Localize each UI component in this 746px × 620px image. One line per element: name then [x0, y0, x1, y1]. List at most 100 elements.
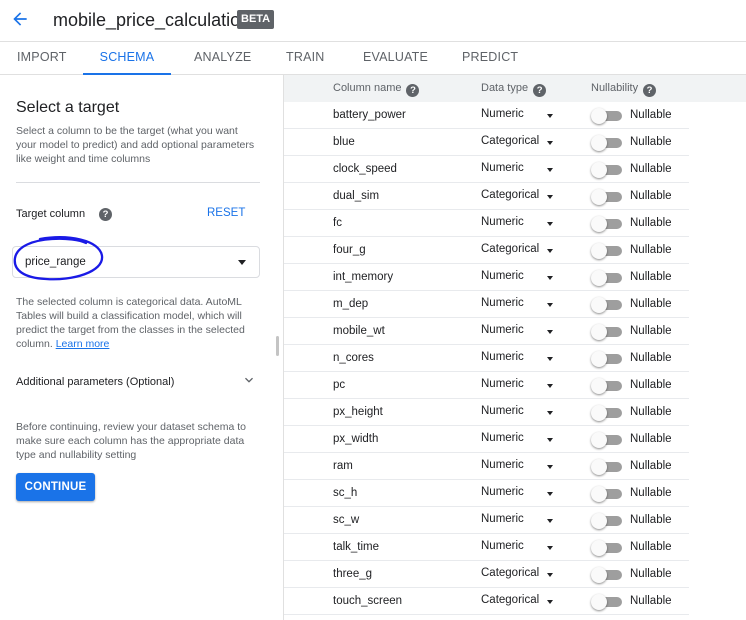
- nullable-label: Nullable: [630, 487, 672, 499]
- data-type-select[interactable]: Numeric: [481, 297, 524, 309]
- toggle-knob: [591, 108, 607, 124]
- dropdown-arrow-icon[interactable]: [547, 357, 553, 361]
- toggle-knob: [591, 297, 607, 313]
- nullable-toggle[interactable]: [591, 135, 624, 151]
- table-row: clock_speed Numeric Nullable: [284, 156, 689, 183]
- nullable-toggle[interactable]: [591, 270, 624, 286]
- dropdown-arrow-icon[interactable]: [547, 168, 553, 172]
- data-type-select[interactable]: Numeric: [481, 405, 524, 417]
- data-type-select[interactable]: Categorical: [481, 567, 539, 579]
- additional-parameters-label[interactable]: Additional parameters (Optional): [16, 376, 174, 388]
- chevron-down-icon[interactable]: [241, 372, 257, 388]
- nullable-toggle[interactable]: [591, 189, 624, 205]
- data-type-select[interactable]: Numeric: [481, 486, 524, 498]
- nullable-toggle[interactable]: [591, 405, 624, 421]
- dropdown-arrow-icon[interactable]: [547, 492, 553, 496]
- data-type-select[interactable]: Numeric: [481, 324, 524, 336]
- nullable-label: Nullable: [630, 298, 672, 310]
- data-type-select[interactable]: Numeric: [481, 162, 524, 174]
- reset-button[interactable]: RESET: [207, 207, 245, 219]
- learn-more-link[interactable]: Learn more: [56, 338, 110, 350]
- data-type-select[interactable]: Categorical: [481, 135, 539, 147]
- tab-train[interactable]: TRAIN: [286, 42, 325, 75]
- tab-schema[interactable]: SCHEMA: [83, 42, 171, 75]
- nullable-toggle[interactable]: [591, 540, 624, 556]
- nullable-label: Nullable: [630, 379, 672, 391]
- continue-button[interactable]: CONTINUE: [16, 473, 95, 501]
- tab-import[interactable]: IMPORT: [17, 42, 67, 75]
- toggle-knob: [591, 513, 607, 529]
- dropdown-arrow-icon[interactable]: [547, 114, 553, 118]
- table-row: sc_w Numeric Nullable: [284, 507, 689, 534]
- column-name-cell: blue: [333, 136, 355, 148]
- toggle-knob: [591, 351, 607, 367]
- dropdown-arrow-icon[interactable]: [547, 249, 553, 253]
- nullable-toggle[interactable]: [591, 486, 624, 502]
- data-type-select[interactable]: Numeric: [481, 378, 524, 390]
- data-type-select[interactable]: Numeric: [481, 540, 524, 552]
- toggle-knob: [591, 324, 607, 340]
- toggle-knob: [591, 432, 607, 448]
- data-type-select[interactable]: Categorical: [481, 243, 539, 255]
- dropdown-arrow-icon[interactable]: [547, 411, 553, 415]
- nullable-toggle[interactable]: [591, 216, 624, 232]
- dropdown-arrow-icon[interactable]: [547, 384, 553, 388]
- dropdown-arrow-icon[interactable]: [547, 195, 553, 199]
- column-name-cell: int_memory: [333, 271, 394, 283]
- tab-predict[interactable]: PREDICT: [462, 42, 518, 75]
- nullable-toggle[interactable]: [591, 567, 624, 583]
- data-type-select[interactable]: Numeric: [481, 108, 524, 120]
- dropdown-arrow-icon[interactable]: [547, 330, 553, 334]
- tab-evaluate[interactable]: EVALUATE: [363, 42, 428, 75]
- nullable-toggle[interactable]: [591, 108, 624, 124]
- column-name-cell: touch_screen: [333, 595, 403, 607]
- dropdown-arrow-icon[interactable]: [547, 438, 553, 442]
- nullable-toggle[interactable]: [591, 432, 624, 448]
- data-type-select[interactable]: Numeric: [481, 432, 524, 444]
- dropdown-arrow-icon[interactable]: [547, 519, 553, 523]
- nullable-toggle[interactable]: [591, 594, 624, 610]
- data-type-select[interactable]: Numeric: [481, 351, 524, 363]
- tab-analyze[interactable]: ANALYZE: [194, 42, 251, 75]
- column-name-cell: px_width: [333, 433, 379, 445]
- help-icon[interactable]: ?: [406, 84, 420, 97]
- dropdown-arrow-icon[interactable]: [547, 276, 553, 280]
- dropdown-arrow-icon[interactable]: [547, 465, 553, 469]
- panel-resize-handle[interactable]: [276, 336, 279, 356]
- data-type-select[interactable]: Categorical: [481, 594, 539, 606]
- dropdown-arrow-icon[interactable]: [547, 303, 553, 307]
- dropdown-arrow-icon[interactable]: [547, 546, 553, 550]
- nullable-toggle[interactable]: [591, 324, 624, 340]
- nullable-toggle[interactable]: [591, 297, 624, 313]
- table-row: px_height Numeric Nullable: [284, 399, 689, 426]
- nullable-toggle[interactable]: [591, 378, 624, 394]
- data-type-select[interactable]: Numeric: [481, 459, 524, 471]
- arrow-back-icon[interactable]: [10, 9, 30, 29]
- data-type-select[interactable]: Numeric: [481, 270, 524, 282]
- help-icon[interactable]: ?: [533, 84, 547, 97]
- column-name-cell: battery_power: [333, 109, 406, 121]
- dropdown-arrow-icon[interactable]: [547, 141, 553, 145]
- nullable-toggle[interactable]: [591, 513, 624, 529]
- table-row: int_memory Numeric Nullable: [284, 264, 689, 291]
- data-type-select[interactable]: Categorical: [481, 189, 539, 201]
- target-column-select[interactable]: price_range: [12, 246, 260, 278]
- help-icon[interactable]: ?: [643, 84, 657, 97]
- dropdown-arrow-icon[interactable]: [547, 573, 553, 577]
- nullable-toggle[interactable]: [591, 243, 624, 259]
- nullable-toggle[interactable]: [591, 459, 624, 475]
- help-icon[interactable]: ?: [99, 208, 112, 221]
- nullable-label: Nullable: [630, 406, 672, 418]
- nullability-header-label: Nullability: [591, 82, 639, 94]
- data-type-select[interactable]: Numeric: [481, 513, 524, 525]
- column-name-cell: three_g: [333, 568, 373, 580]
- table-row: three_g Categorical Nullable: [284, 561, 689, 588]
- data-type-select[interactable]: Numeric: [481, 216, 524, 228]
- column-name-header: Column name?: [333, 82, 420, 97]
- nullable-label: Nullable: [630, 271, 672, 283]
- table-row: four_g Categorical Nullable: [284, 237, 689, 264]
- dropdown-arrow-icon[interactable]: [547, 222, 553, 226]
- nullable-toggle[interactable]: [591, 162, 624, 178]
- dropdown-arrow-icon[interactable]: [547, 600, 553, 604]
- nullable-toggle[interactable]: [591, 351, 624, 367]
